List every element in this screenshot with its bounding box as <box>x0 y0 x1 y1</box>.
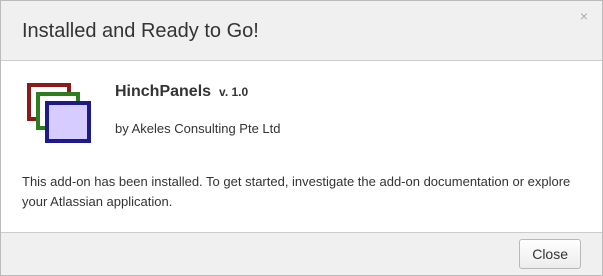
install-message: This add-on has been installed. To get s… <box>22 174 571 209</box>
dialog-footer: Close <box>1 232 602 275</box>
front-panel <box>45 101 91 143</box>
dialog-header: Installed and Ready to Go! × <box>1 1 602 61</box>
addon-name: HinchPanels <box>115 83 212 100</box>
dialog-title: Installed and Ready to Go! <box>22 20 259 42</box>
close-icon[interactable]: × <box>580 8 588 24</box>
addon-name-line: HinchPanels v. 1.0 <box>115 82 248 102</box>
close-button[interactable]: Close <box>519 239 581 269</box>
addon-vendor: by Akeles Consulting Pte Ltd <box>115 121 281 136</box>
addon-version: v. 1.0 <box>219 85 249 99</box>
dialog-content: HinchPanels v. 1.0 by Akeles Consulting P… <box>1 61 602 232</box>
stacked-panels-icon <box>27 83 91 143</box>
install-dialog: Installed and Ready to Go! × HinchPanels… <box>0 0 603 276</box>
